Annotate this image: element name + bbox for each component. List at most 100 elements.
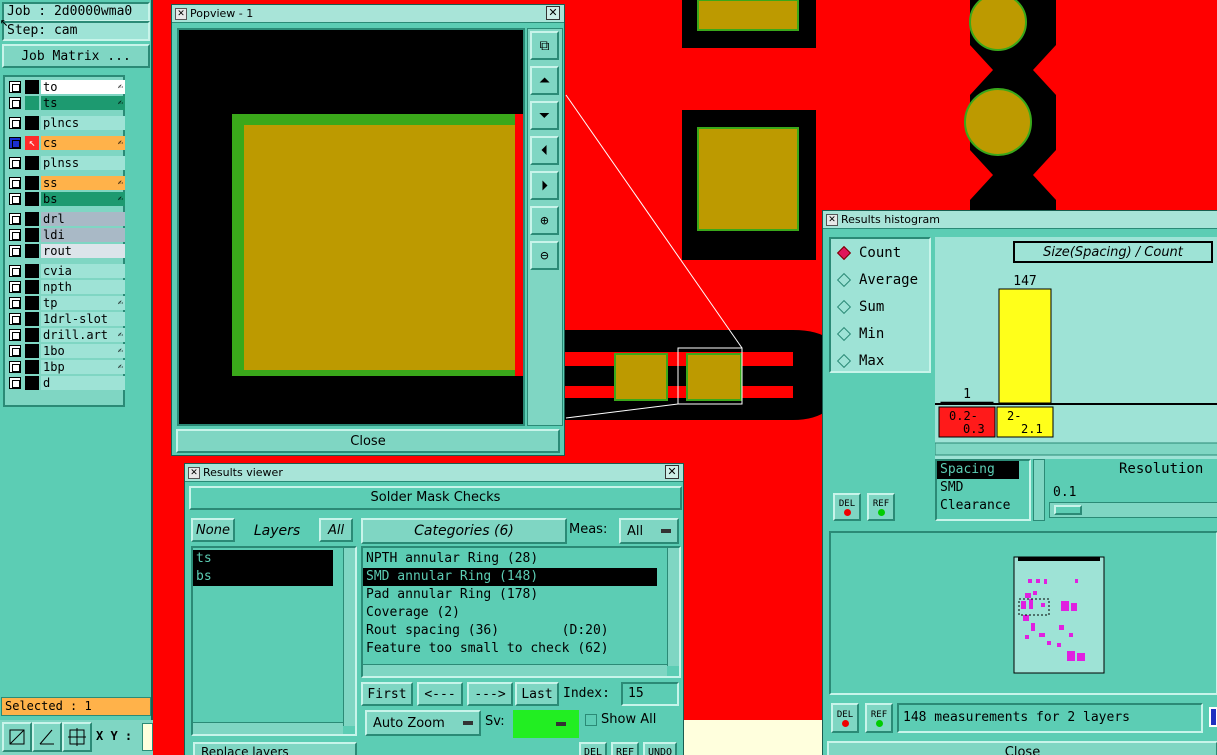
layer-row-1drl-slot[interactable]: 1drl-slot xyxy=(7,311,125,326)
index-input[interactable]: 15 xyxy=(621,682,679,706)
layer-row-bs[interactable]: bs ✍ xyxy=(7,191,125,206)
layer-checkbox[interactable] xyxy=(9,376,21,389)
histogram-close-button[interactable]: Close xyxy=(827,741,1217,755)
layer-color-swatch[interactable] xyxy=(25,359,39,374)
layer-checkbox[interactable] xyxy=(9,328,21,341)
results-viewer-titlebar[interactable]: ✕ Results viewer ✕ xyxy=(185,464,683,482)
result-layer-item[interactable]: ts xyxy=(193,550,333,568)
layer-checkbox[interactable] xyxy=(9,280,21,293)
layer-name[interactable]: 1bo ✍ xyxy=(41,343,125,358)
histogram-titlebar[interactable]: ✕ Results histogram xyxy=(823,211,1217,229)
layer-row-rout[interactable]: rout xyxy=(7,243,125,258)
layer-checkbox[interactable] xyxy=(9,80,21,93)
zoom-out-icon[interactable]: ⊖ xyxy=(530,241,559,270)
auto-zoom-dropdown[interactable]: Auto Zoom xyxy=(365,710,481,736)
del-button[interactable]: DEL xyxy=(579,742,607,755)
preview-del-button[interactable]: DEL xyxy=(831,703,859,733)
layer-name[interactable]: ss ✍ xyxy=(41,175,125,190)
layer-row-cvia[interactable]: cvia xyxy=(7,263,125,278)
result-layer-item[interactable]: bs xyxy=(193,568,333,586)
categories-hscrollbar[interactable] xyxy=(363,664,667,676)
pan-left-icon[interactable]: ⏴ xyxy=(530,136,559,165)
board-preview[interactable] xyxy=(829,531,1217,695)
attribute-item[interactable]: Clearance xyxy=(937,497,1029,515)
layer-row-plncs[interactable]: plncs xyxy=(7,115,125,130)
layer-color-swatch[interactable] xyxy=(25,327,39,342)
category-item[interactable]: NPTH annular Ring (28) xyxy=(363,550,679,568)
layer-name[interactable]: npth xyxy=(41,279,125,294)
mode-radio-min[interactable]: Min xyxy=(831,320,929,347)
category-item[interactable]: Feature too small to check (62) xyxy=(363,640,679,658)
zoom-in-icon[interactable]: ⊕ xyxy=(530,206,559,235)
snap-grid-icon[interactable] xyxy=(62,722,92,752)
categories-scrollbar[interactable] xyxy=(667,548,679,666)
zoom-area-icon[interactable] xyxy=(2,722,32,752)
first-button[interactable]: First xyxy=(361,682,413,706)
layer-color-swatch[interactable] xyxy=(25,227,39,242)
category-item[interactable]: SMD annular Ring (148) xyxy=(363,568,657,586)
layer-row-drl[interactable]: drl xyxy=(7,211,125,226)
layer-checkbox[interactable] xyxy=(9,136,21,149)
job-matrix-button[interactable]: Job Matrix ... xyxy=(2,44,150,68)
layer-color-swatch[interactable] xyxy=(25,263,39,278)
layer-list-hscrollbar[interactable] xyxy=(193,722,343,734)
layer-row-ss[interactable]: ss ✍ xyxy=(7,175,125,190)
layer-name[interactable]: ts ✍ xyxy=(41,95,125,110)
layer-checkbox[interactable] xyxy=(9,212,21,225)
layer-name[interactable]: drl xyxy=(41,211,125,226)
layer-row-d[interactable]: d xyxy=(7,375,125,390)
hist-ref-button[interactable]: REF xyxy=(867,493,895,521)
layer-color-swatch[interactable] xyxy=(25,155,39,170)
layer-row-1bp[interactable]: 1bp ✍ xyxy=(7,359,125,374)
meas-dropdown[interactable]: All xyxy=(619,518,679,544)
layer-color-swatch[interactable] xyxy=(25,295,39,310)
pan-right-icon[interactable]: ⏵ xyxy=(530,171,559,200)
histogram-chart[interactable]: Size(Spacing) / Count 1 0.2- 0.3 147 2- 2.1 xyxy=(935,237,1217,459)
layer-name[interactable]: bs ✍ xyxy=(41,191,125,206)
layer-name[interactable]: 1bp ✍ xyxy=(41,359,125,374)
category-item[interactable]: Coverage (2) xyxy=(363,604,679,622)
layer-name[interactable]: 1drl-slot xyxy=(41,311,125,326)
layer-row-ts[interactable]: ts ✍ xyxy=(7,95,125,110)
layer-name[interactable]: cs ✍ xyxy=(41,135,125,150)
layer-checkbox[interactable] xyxy=(9,116,21,129)
layer-name[interactable]: to ✍ xyxy=(41,79,125,94)
chart-scrollbar[interactable] xyxy=(935,442,1217,456)
layer-row-tp[interactable]: tp ✍ xyxy=(7,295,125,310)
layer-color-swatch[interactable] xyxy=(25,311,39,326)
popview-canvas[interactable] xyxy=(177,28,525,426)
popview-close-button[interactable]: Close xyxy=(176,429,560,453)
layer-list-scrollbar[interactable] xyxy=(343,548,355,726)
close-icon[interactable]: ✕ xyxy=(665,465,679,479)
layer-checkbox[interactable] xyxy=(9,296,21,309)
last-button[interactable]: Last xyxy=(515,682,559,706)
zoom-fit-icon[interactable]: ⧉ xyxy=(530,31,559,60)
mode-radio-max[interactable]: Max xyxy=(831,347,929,374)
layer-row-plnss[interactable]: plnss xyxy=(7,155,125,170)
none-button[interactable]: None xyxy=(191,518,235,542)
layer-color-swatch[interactable] xyxy=(25,191,39,206)
layer-name[interactable]: plnss xyxy=(41,155,125,170)
layer-color-swatch[interactable] xyxy=(25,115,39,130)
layer-name[interactable]: plncs xyxy=(41,115,125,130)
layer-checkbox[interactable] xyxy=(9,312,21,325)
layer-row-1bo[interactable]: 1bo ✍ xyxy=(7,343,125,358)
pan-up-icon[interactable]: ⏶ xyxy=(530,66,559,95)
layer-color-swatch[interactable] xyxy=(25,95,39,110)
layer-checkbox[interactable] xyxy=(9,244,21,257)
category-item[interactable]: Rout spacing (36) (D:20) xyxy=(363,622,679,640)
layer-color-swatch[interactable] xyxy=(25,375,39,390)
attribute-item[interactable]: SMD xyxy=(937,479,1029,497)
layer-row-ldi[interactable]: ldi xyxy=(7,227,125,242)
replace-layers-dropdown[interactable]: Replace layers xyxy=(193,742,357,755)
layer-checkbox[interactable] xyxy=(9,360,21,373)
layer-row-cs[interactable]: ↖ cs ✍ xyxy=(7,135,125,150)
all-layers-button[interactable]: All xyxy=(319,518,353,542)
layer-name[interactable]: d xyxy=(41,375,125,390)
layer-name[interactable]: ldi xyxy=(41,227,125,242)
layer-checkbox[interactable] xyxy=(9,96,21,109)
layer-checkbox[interactable] xyxy=(9,264,21,277)
layer-color-swatch[interactable] xyxy=(25,175,39,190)
sv-color-picker[interactable] xyxy=(513,710,579,738)
popview-titlebar[interactable]: ✕ Popview - 1 ✕ xyxy=(172,5,564,23)
